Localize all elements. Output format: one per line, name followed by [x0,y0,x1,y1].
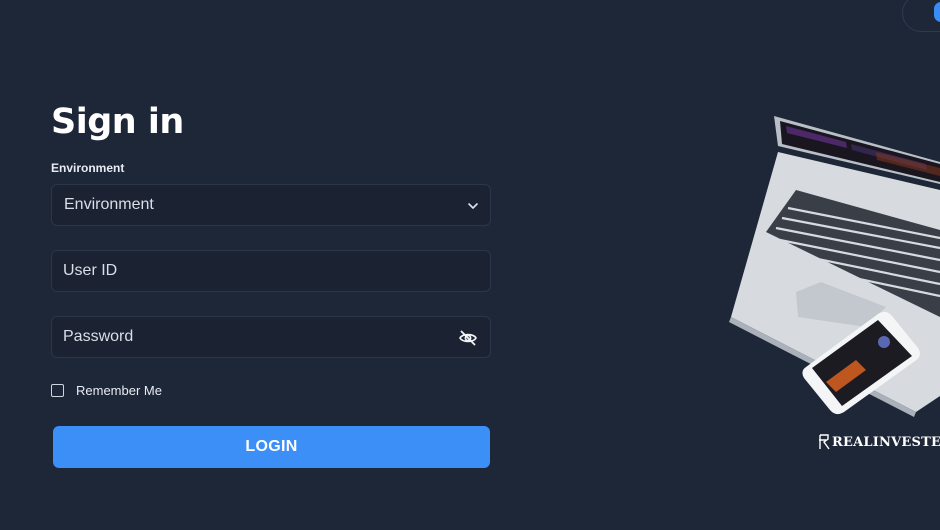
login-button[interactable]: LOGIN [53,426,490,468]
remember-me-row[interactable]: Remember Me [51,383,162,398]
logo-icon [819,434,830,450]
environment-select-value: Environment [64,196,154,213]
brand-logo: REALINVESTER [818,434,940,450]
environment-select[interactable]: Environment [51,184,491,226]
password-field[interactable] [52,317,490,357]
brand-name: REALINVESTER [832,434,940,450]
remember-me-checkbox[interactable] [51,384,64,397]
environment-label: Environment [51,161,125,175]
remember-me-label[interactable]: Remember Me [76,383,162,398]
chevron-down-icon [468,203,478,209]
user-id-field[interactable] [52,251,490,291]
password-field-wrapper [51,316,491,358]
page-title: Sign in [51,102,184,142]
user-id-field-wrapper [51,250,491,292]
laptop-phone-illustration [729,116,940,417]
theme-toggle-knob[interactable] [934,2,940,22]
eye-off-icon[interactable] [458,328,478,348]
